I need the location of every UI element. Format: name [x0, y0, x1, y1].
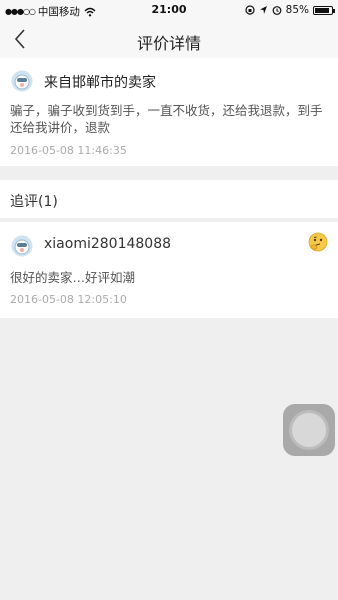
status-bar: ●●●○○ 中国移动 21:00 85%: [0, 0, 338, 20]
rotation-lock-icon: [245, 5, 255, 15]
followup-title: 追评(1): [10, 194, 58, 210]
followup-timestamp: 2016-05-08 12:05:10: [10, 293, 127, 306]
avatar: [11, 235, 33, 257]
seller-name: 来自邯郸市的卖家: [44, 75, 156, 91]
navigation-bar: 评价详情: [0, 20, 338, 58]
avatar: [11, 70, 33, 92]
battery-percent: 85%: [285, 4, 309, 16]
page-title: 评价详情: [136, 34, 201, 53]
battery-tip: [333, 8, 335, 13]
assistive-touch-inner: [292, 413, 326, 447]
followup-card: xiaomi280148088 很好的卖家…好评如潮 2016-05-08 12…: [0, 222, 338, 318]
battery-icon: [313, 5, 335, 15]
battery-fill: [315, 7, 329, 13]
review-card: 来自邯郸市的卖家 骗子，骗子收到货到手，一直不收货，还给我退款，到手还给我讲价，…: [0, 58, 338, 166]
review-timestamp: 2016-05-08 11:46:35: [10, 144, 127, 157]
assistive-touch-button[interactable]: [283, 404, 335, 456]
alarm-icon: [272, 6, 282, 15]
followup-text: 很好的卖家…好评如潮: [10, 270, 136, 285]
status-right: 85%: [245, 4, 335, 16]
thinking-emoji-icon: [308, 232, 328, 252]
review-text: 骗子，骗子收到货到手，一直不收货，还给我退款，到手还给我讲价，退款: [10, 103, 323, 135]
followup-header: 追评(1): [0, 180, 338, 218]
followup-user-name: xiaomi280148088: [44, 236, 172, 252]
location-icon: [259, 6, 267, 14]
